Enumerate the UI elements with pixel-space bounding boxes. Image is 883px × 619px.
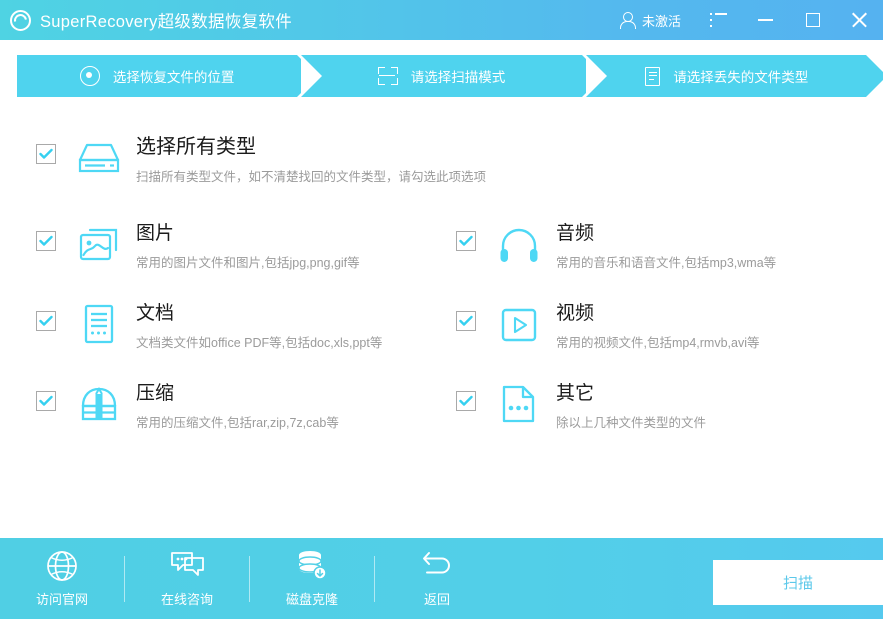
picture-icon [76,222,122,268]
step-breadcrumb: 选择恢复文件的位置 请选择扫描模式 请选择丢失的文件类型 [17,55,883,97]
account-status-button[interactable]: 未激活 [606,11,695,30]
step-label-3: 请选择丢失的文件类型 [673,70,809,85]
step-item-2[interactable]: 请选择扫描模式 [301,55,604,97]
bottom-toolbar: 访问官网 在线咨询 磁盘克隆 返回 扫描 [0,538,883,619]
file-type-title-document: 文档 [136,303,175,324]
account-status-label: 未激活 [641,13,681,29]
spiral-logo-icon [10,9,31,31]
file-type-selection-panel: 选择所有类型 扫描所有类型文件，如不清楚找回的文件类型，请勾选此项选项 图片 常… [0,110,883,538]
file-type-title-other: 其它 [556,383,595,404]
menu-button[interactable] [695,0,742,40]
archive-icon [76,382,122,428]
file-type-row-other[interactable]: 其它 除以上几种文件类型的文件 [456,382,706,431]
file-type-row-audio[interactable]: 音频 常用的音乐和语音文件,包括mp3,wma等 [456,222,776,271]
hard-drive-icon [76,135,122,181]
play-video-icon [496,302,542,348]
title-bar: SuperRecovery超级数据恢复软件 未激活 [0,0,883,40]
disk-clone-label: 磁盘克隆 [285,592,338,607]
step-item-1[interactable]: 选择恢复文件的位置 [17,55,319,97]
target-icon [79,66,100,86]
checkbox-select-all[interactable] [36,144,56,164]
app-title: SuperRecovery超级数据恢复软件 [40,13,293,31]
file-type-desc-archive: 常用的压缩文件,包括rar,zip,7z,cab等 [136,415,339,430]
file-type-row-picture[interactable]: 图片 常用的图片文件和图片,包括jpg,png,gif等 [36,222,360,271]
file-type-title-select-all: 选择所有类型 [136,136,256,158]
back-button[interactable]: 返回 [375,538,499,619]
checkbox-archive[interactable] [36,391,56,411]
step-item-3[interactable]: 请选择丢失的文件类型 [585,55,883,97]
file-type-row-video[interactable]: 视频 常用的视频文件,包括mp4,rmvb,avi等 [456,302,760,351]
maximize-icon [805,13,820,27]
disk-clone-button[interactable]: 磁盘克隆 [250,538,374,619]
file-type-text-audio: 音频 常用的音乐和语音文件,包括mp3,wma等 [556,222,776,271]
file-type-desc-video: 常用的视频文件,包括mp4,rmvb,avi等 [556,335,760,350]
minimize-button[interactable] [742,0,789,40]
visit-website-button[interactable]: 访问官网 [0,538,124,619]
checkbox-audio[interactable] [456,231,476,251]
checkbox-document[interactable] [36,311,56,331]
online-chat-button[interactable]: 在线咨询 [125,538,249,619]
file-type-text-select-all: 选择所有类型 扫描所有类型文件，如不清楚找回的文件类型，请勾选此项选项 [136,135,486,185]
database-clone-icon [295,549,329,583]
checkbox-picture[interactable] [36,231,56,251]
file-type-text-video: 视频 常用的视频文件,包括mp4,rmvb,avi等 [556,302,760,351]
online-chat-label: 在线咨询 [160,592,213,607]
other-file-icon [496,382,542,428]
file-type-title-video: 视频 [556,303,595,324]
document-icon [645,66,661,86]
file-type-text-archive: 压缩 常用的压缩文件,包括rar,zip,7z,cab等 [136,382,339,431]
file-type-text-other: 其它 除以上几种文件类型的文件 [556,382,706,431]
file-type-row-select-all[interactable]: 选择所有类型 扫描所有类型文件，如不清楚找回的文件类型，请勾选此项选项 [36,135,486,185]
window-controls: 未激活 [606,0,883,40]
file-type-title-audio: 音频 [556,223,595,244]
step-label-2: 请选择扫描模式 [410,70,506,85]
close-button[interactable] [836,0,883,40]
back-arrow-icon [420,549,454,583]
step-label-1: 选择恢复文件的位置 [112,70,235,85]
document-icon [76,302,122,348]
close-icon [851,12,868,29]
file-type-text-picture: 图片 常用的图片文件和图片,包括jpg,png,gif等 [136,222,360,271]
globe-icon [45,549,79,583]
file-type-desc-document: 文档类文件如office PDF等,包括doc,xls,ppt等 [136,335,383,350]
file-type-desc-audio: 常用的音乐和语音文件,包括mp3,wma等 [556,255,777,270]
file-type-desc-picture: 常用的图片文件和图片,包括jpg,png,gif等 [136,255,360,270]
file-type-desc-select-all: 扫描所有类型文件，如不清楚找回的文件类型，请勾选此项选项 [136,170,487,184]
back-label: 返回 [423,592,450,607]
file-type-row-archive[interactable]: 压缩 常用的压缩文件,包括rar,zip,7z,cab等 [36,382,339,431]
file-type-title-archive: 压缩 [136,383,175,404]
file-type-desc-other: 除以上几种文件类型的文件 [556,415,707,430]
file-type-text-document: 文档 文档类文件如office PDF等,包括doc,xls,ppt等 [136,302,382,351]
maximize-button[interactable] [789,0,836,40]
user-icon [620,11,637,29]
scan-button[interactable]: 扫描 [713,560,883,605]
headphone-icon [496,222,542,268]
list-menu-icon [710,13,727,27]
file-type-title-picture: 图片 [136,223,175,244]
checkbox-video[interactable] [456,311,476,331]
app-window: SuperRecovery超级数据恢复软件 未激活 选择恢复文件的位置 请选择扫… [0,0,883,619]
file-type-row-document[interactable]: 文档 文档类文件如office PDF等,包括doc,xls,ppt等 [36,302,382,351]
app-logo: SuperRecovery超级数据恢复软件 [0,8,292,32]
checkbox-other[interactable] [456,391,476,411]
chat-icon [170,549,204,583]
scan-frame-icon [377,66,398,86]
visit-website-label: 访问官网 [35,592,88,607]
minimize-icon [758,19,773,21]
